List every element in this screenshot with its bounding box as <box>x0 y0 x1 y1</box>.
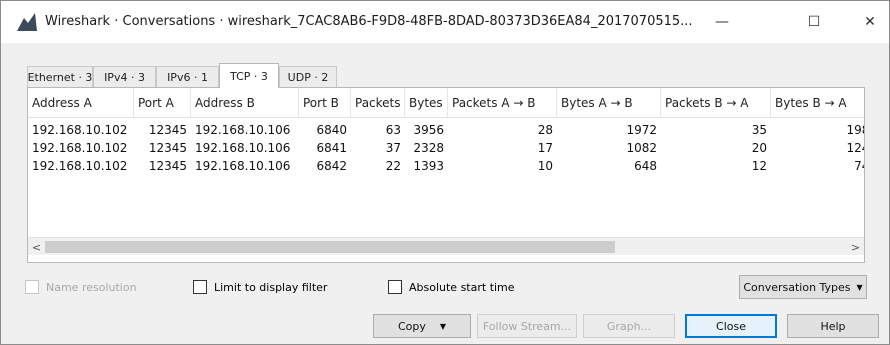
scroll-right-icon[interactable]: > <box>847 238 864 256</box>
tab-ipv6[interactable]: IPv6 · 1 <box>156 66 219 88</box>
cell-address-a: 192.168.10.102 <box>32 123 128 137</box>
cell-bytes-a-b: 648 <box>634 159 657 173</box>
scrollbar-thumb[interactable] <box>45 241 615 253</box>
column-header-packets-b-a[interactable]: Packets B → A <box>661 88 771 118</box>
scroll-left-icon[interactable]: < <box>28 238 45 256</box>
maximize-button[interactable]: ☐ <box>791 1 837 43</box>
dropdown-caret-icon: ▼ <box>439 321 447 331</box>
name-resolution-label: Name resolution <box>46 280 137 294</box>
wireshark-fin-icon <box>17 13 37 31</box>
title-bar: Wireshark · Conversations · wireshark_7C… <box>1 1 889 43</box>
checkbox-box <box>25 280 39 294</box>
follow-stream-button[interactable]: Follow Stream... <box>477 314 577 338</box>
cell-bytes-a-b: 1082 <box>626 141 657 155</box>
cell-address-b: 192.168.10.106 <box>195 123 291 137</box>
column-header-bytes-a-b[interactable]: Bytes A → B <box>557 88 661 118</box>
graph-button[interactable]: Graph... <box>583 314 675 338</box>
limit-to-display-filter-checkbox[interactable]: Limit to display filter <box>193 278 327 296</box>
tab-udp[interactable]: UDP · 2 <box>279 66 337 88</box>
name-resolution-checkbox[interactable]: Name resolution <box>25 278 137 296</box>
table-header: ^ Address A Port A Address B Port B Pack… <box>28 88 864 118</box>
help-button[interactable]: Help <box>787 314 879 338</box>
cell-port-a: 12345 <box>148 159 187 173</box>
copy-label: Copy <box>397 319 426 333</box>
cell-bytes: 2328 <box>413 141 444 155</box>
cell-bytes-a-b: 1972 <box>626 123 657 137</box>
absolute-start-time-label: Absolute start time <box>409 280 515 294</box>
column-header-address-a[interactable]: ^ Address A <box>28 88 134 118</box>
table-row[interactable]: 192.168.10.102 12345 192.168.10.106 6842… <box>28 157 864 175</box>
table-row[interactable]: 192.168.10.102 12345 192.168.10.106 6841… <box>28 139 864 157</box>
cell-address-b: 192.168.10.106 <box>195 141 291 155</box>
cell-bytes-b-a: 1246 <box>846 141 864 155</box>
cell-packets: 37 <box>385 141 401 155</box>
absolute-start-time-checkbox[interactable]: Absolute start time <box>388 278 515 296</box>
checkbox-box <box>193 280 207 294</box>
cell-port-a: 12345 <box>148 123 187 137</box>
cell-packets-a-b: 10 <box>537 159 553 173</box>
cell-bytes: 1393 <box>413 159 444 173</box>
tab-ipv4[interactable]: IPv4 · 3 <box>93 66 156 88</box>
conversation-types-label: Conversation Types <box>743 280 851 294</box>
maximize-icon: ☐ <box>807 14 821 30</box>
cell-bytes-b-a: 745 <box>854 159 864 173</box>
cell-bytes-b-a: 1984 <box>846 123 864 137</box>
column-header-port-b[interactable]: Port B <box>299 88 351 118</box>
cell-port-b: 6841 <box>316 141 347 155</box>
cell-address-b: 192.168.10.106 <box>195 159 291 173</box>
minimize-button[interactable]: — <box>699 1 745 43</box>
column-header-bytes-b-a[interactable]: Bytes B → A <box>771 88 864 118</box>
conversation-types-button[interactable]: Conversation Types ▼ <box>739 275 867 299</box>
column-header-bytes[interactable]: Bytes <box>405 88 448 118</box>
cell-packets-b-a: 20 <box>751 141 767 155</box>
column-header-packets-a-b[interactable]: Packets A → B <box>448 88 557 118</box>
cell-packets-b-a: 12 <box>751 159 767 173</box>
copy-button[interactable]: Copy ▼ <box>373 314 471 338</box>
column-header-address-b[interactable]: Address B <box>191 88 299 118</box>
cell-packets: 63 <box>385 123 401 137</box>
column-header-port-a[interactable]: Port A <box>134 88 191 118</box>
limit-to-display-filter-label: Limit to display filter <box>214 280 328 294</box>
tab-ethernet[interactable]: Ethernet · 3 <box>27 66 93 88</box>
cell-packets-a-b: 28 <box>537 123 553 137</box>
tab-tcp[interactable]: TCP · 3 <box>219 63 279 88</box>
cell-port-b: 6842 <box>316 159 347 173</box>
table-row[interactable]: 192.168.10.102 12345 192.168.10.106 6840… <box>28 121 864 139</box>
cell-bytes: 3956 <box>413 123 444 137</box>
horizontal-scrollbar[interactable]: < > <box>28 237 864 255</box>
cell-packets-b-a: 35 <box>751 123 767 137</box>
cell-port-b: 6840 <box>316 123 347 137</box>
close-icon: ✕ <box>864 14 876 30</box>
cell-port-a: 12345 <box>148 141 187 155</box>
conversations-window: Wireshark · Conversations · wireshark_7C… <box>0 0 890 345</box>
sort-indicator-icon: ^ <box>66 88 74 95</box>
column-header-packets[interactable]: Packets <box>351 88 405 118</box>
cell-address-a: 192.168.10.102 <box>32 141 128 155</box>
cell-packets: 22 <box>385 159 401 173</box>
minimize-icon: — <box>715 14 729 30</box>
conversation-table: ^ Address A Port A Address B Port B Pack… <box>27 87 865 263</box>
cell-packets-a-b: 17 <box>537 141 553 155</box>
checkbox-box <box>388 280 402 294</box>
close-button[interactable]: Close <box>685 314 777 338</box>
cell-address-a: 192.168.10.102 <box>32 159 128 173</box>
close-window-button[interactable]: ✕ <box>847 1 890 43</box>
window-title: Wireshark · Conversations · wireshark_7C… <box>45 14 693 29</box>
dropdown-caret-icon: ▼ <box>856 282 863 292</box>
